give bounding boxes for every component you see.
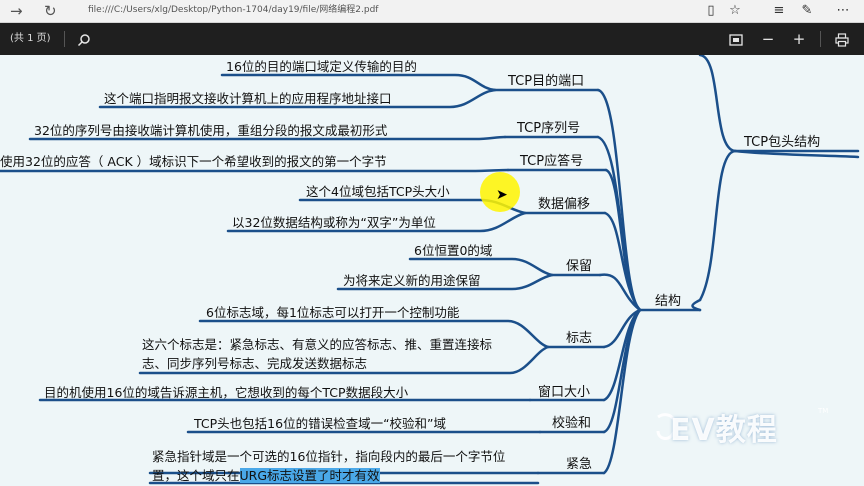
section-label-window-size: 窗口大小 (538, 385, 591, 400)
section-label-urgent: 紧急 (566, 457, 593, 472)
more-icon[interactable]: ⋯ (832, 0, 854, 22)
section-label-tcp-dest-port: TCP目的端口 (508, 74, 585, 89)
hub-icon[interactable]: ≡ (768, 0, 790, 22)
browser-toolbar: → ↻ file:///C:/Users/xlg/Desktop/Python-… (0, 0, 864, 23)
fit-page-icon[interactable] (724, 23, 748, 55)
leaf-text: TCP头也包括16位的错误检查域一“校验和”域 (194, 416, 447, 431)
leaf-text: 这个4位域包括TCP头大小 (306, 184, 450, 199)
leaf-text: 为将来定义新的用途保留 (343, 273, 481, 288)
structure-node: 结构 (655, 294, 682, 309)
zoom-out-icon[interactable]: − (756, 23, 780, 55)
leaf-text: 以32位数据结构或称为“双字”为单位 (232, 215, 436, 230)
address-bar[interactable]: file:///C:/Users/xlg/Desktop/Python-1704… (88, 0, 378, 22)
refresh-icon[interactable]: ↻ (44, 0, 57, 22)
section-label-reserved: 保留 (566, 259, 593, 274)
leaf-text: 6位标志域，每1位标志可以打开一个控制功能 (206, 305, 460, 320)
leaf-text: 紧急指针域是一个可选的16位指针，指向段内的最后一个字节位置，这个域只在URG标… (152, 447, 508, 485)
leaf-text: 这六个标志是：紧急标志、有意义的应答标志、推、重置连接标志、同步序列号标志、完成… (142, 337, 493, 371)
mouse-pointer-icon: ➤ (496, 187, 508, 203)
back-icon[interactable]: → (10, 0, 23, 22)
page-count: (共 1 页) (10, 33, 51, 44)
highlighted-text: URG标志设置了时才有效 (239, 468, 380, 483)
zoom-in-icon[interactable]: + (787, 23, 811, 55)
root-node: TCP包头结构 (744, 135, 821, 150)
pdf-toolbar: (共 1 页) − + (0, 23, 864, 55)
section-label-checksum: 校验和 (552, 416, 592, 431)
section-label-tcp-seq: TCP序列号 (517, 121, 581, 136)
mindmap-canvas: TCP包头结构 结构 TCP目的端口 TCP序列号 TCP应答号 数据偏移 保留… (0, 55, 864, 486)
section-label-flags: 标志 (566, 331, 593, 346)
search-icon[interactable] (72, 23, 96, 55)
print-icon[interactable] (830, 23, 854, 55)
reading-view-icon[interactable]: ▯ (700, 0, 722, 22)
section-label-data-offset: 数据偏移 (538, 197, 591, 212)
leaf-text: 32位的序列号由接收端计算机使用，重组分段的报文成最初形式 (34, 123, 388, 138)
leaf-text: 这个端口指明报文接收计算机上的应用程序地址接口 (104, 91, 392, 106)
watermark-text: EV教程 (670, 413, 778, 448)
watermark-tm: TM (818, 407, 829, 415)
leaf-text: 目的机使用16位的域告诉源主机，它想收到的每个TCP数据段大小 (44, 385, 409, 400)
leaf-text: 使用32位的应答（ ACK ）域标识下一个希望收到的报文的第一个字节 (0, 154, 387, 169)
favorite-star-icon[interactable]: ☆ (724, 0, 746, 22)
leaf-text: 16位的目的端口域定义传输的目的 (226, 59, 417, 74)
toolbar-divider (64, 31, 65, 47)
leaf-text: 6位恒置0的域 (414, 243, 493, 258)
notes-icon[interactable]: ✎ (796, 0, 818, 22)
section-label-tcp-ack: TCP应答号 (520, 154, 584, 169)
toolbar-divider (820, 31, 821, 47)
